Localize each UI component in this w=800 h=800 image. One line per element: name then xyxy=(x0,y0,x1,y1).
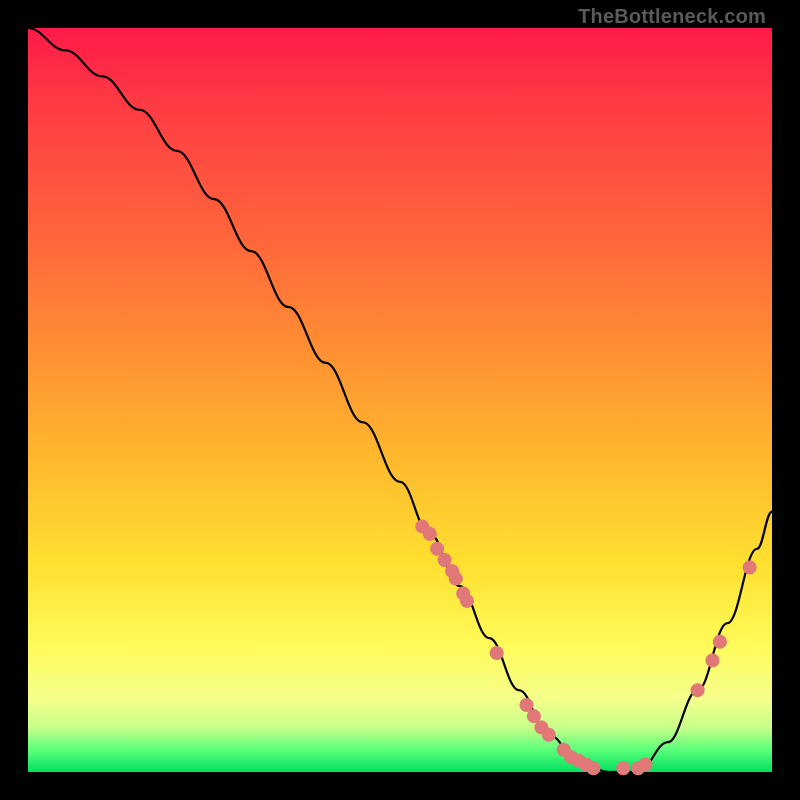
data-point xyxy=(713,635,727,649)
data-point xyxy=(423,527,437,541)
data-point xyxy=(586,761,600,775)
data-points-group xyxy=(415,520,756,776)
data-point xyxy=(542,728,556,742)
bottleneck-curve xyxy=(28,28,772,772)
data-point xyxy=(639,758,653,772)
attribution-text: TheBottleneck.com xyxy=(578,6,766,29)
chart-svg xyxy=(28,28,772,772)
data-point xyxy=(449,572,463,586)
data-point xyxy=(460,594,474,608)
chart-plot-area xyxy=(28,28,772,772)
data-point xyxy=(616,761,630,775)
data-point xyxy=(706,653,720,667)
data-point xyxy=(490,646,504,660)
data-point xyxy=(743,560,757,574)
data-point xyxy=(691,683,705,697)
